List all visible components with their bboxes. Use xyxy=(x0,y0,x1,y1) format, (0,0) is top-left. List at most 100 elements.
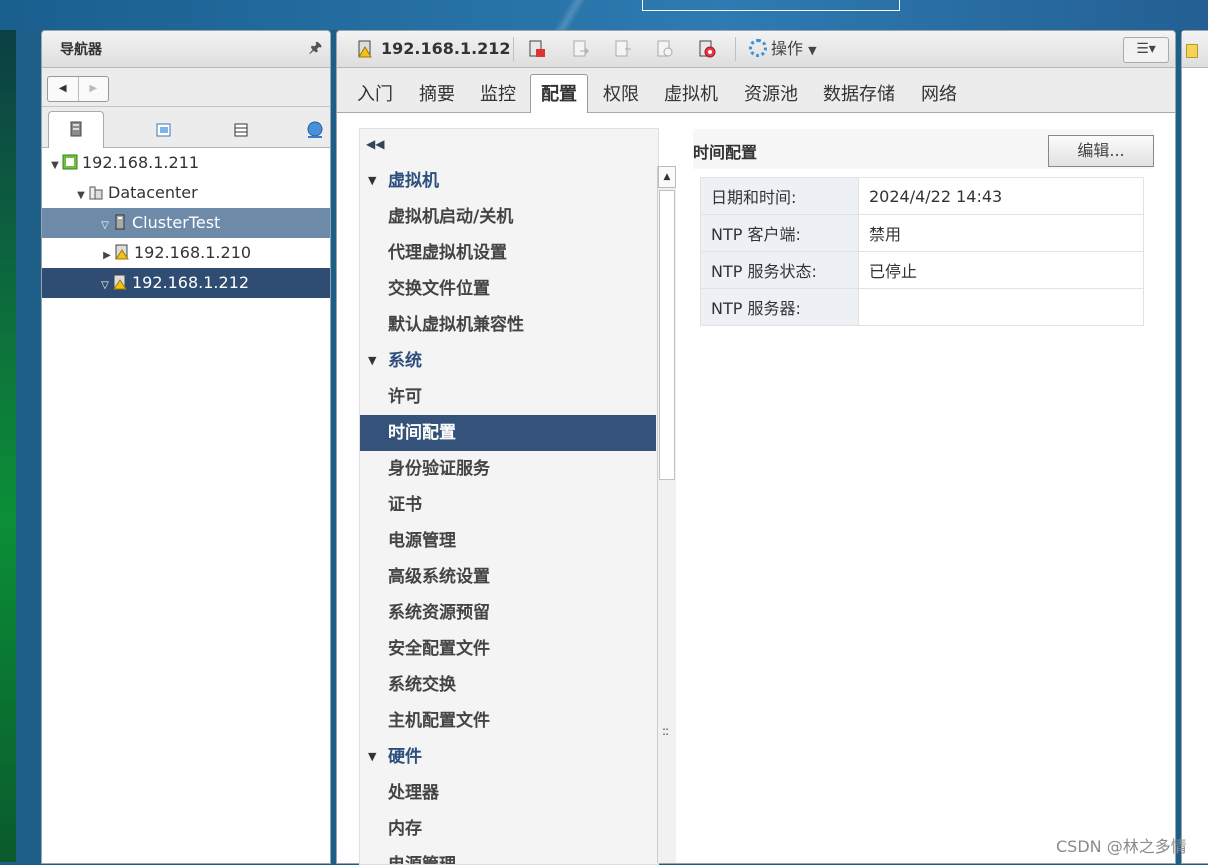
table-row: NTP 客户端: 禁用 xyxy=(700,214,1144,252)
menu-item-vm-compat[interactable]: 默认虚拟机兼容性 xyxy=(360,307,656,343)
collapse-panel-icon[interactable]: ◀◀ xyxy=(366,137,384,151)
menu-item-agent-vm[interactable]: 代理虚拟机设置 xyxy=(360,235,656,271)
tree-item-host[interactable]: ▶ 192.168.1.210 xyxy=(42,238,330,268)
config-menu-scrollbar[interactable]: ▲ :: xyxy=(657,166,676,863)
menu-item-processor[interactable]: 处理器 xyxy=(360,775,656,811)
host-warning-icon xyxy=(358,40,372,58)
resize-grip-icon[interactable]: :: xyxy=(662,724,669,738)
desktop-background xyxy=(0,0,16,862)
expand-icon: ▼ xyxy=(368,174,377,187)
inventory-tabs xyxy=(42,107,330,148)
tab-vms[interactable]: 虚拟机 xyxy=(664,80,718,106)
datacenter-icon xyxy=(89,186,103,200)
pin-icon[interactable]: 🖈 xyxy=(309,37,322,61)
reboot-host-icon[interactable] xyxy=(697,39,717,59)
menu-item-auth-services[interactable]: 身份验证服务 xyxy=(360,451,656,487)
tab-resource-pools[interactable]: 资源池 xyxy=(744,80,798,106)
expand-icon[interactable]: ▼ xyxy=(48,151,62,181)
navigator-panel: 导航器 🖈 ◀ ▶ ▼ 192.168.1.211 ▼ Datacenter ▽ Cl… xyxy=(41,30,331,864)
menu-item-advanced-settings[interactable]: 高级系统设置 xyxy=(360,559,656,595)
tab-summary[interactable]: 摘要 xyxy=(419,80,455,106)
tree-item-host-selected[interactable]: ▽ 192.168.1.212 xyxy=(42,268,330,298)
object-tabs: 入门 摘要 监控 配置 权限 虚拟机 资源池 数据存储 网络 xyxy=(337,68,1175,113)
navigator-title: 导航器 xyxy=(60,42,102,58)
expand-icon: ▼ xyxy=(368,354,377,367)
config-menu: ◀◀ ▼ 虚拟机 虚拟机启动/关机 代理虚拟机设置 交换文件位置 默认虚拟机兼容性… xyxy=(359,128,659,865)
networking-icon xyxy=(307,121,323,138)
row-key: NTP 服务状态: xyxy=(700,251,859,289)
tab-permissions[interactable]: 权限 xyxy=(603,80,639,106)
vms-templates-icon xyxy=(156,123,171,137)
menu-item-vm-startup[interactable]: 虚拟机启动/关机 xyxy=(360,199,656,235)
section-vm[interactable]: ▼ 虚拟机 xyxy=(360,163,656,199)
section-hardware[interactable]: ▼ 硬件 xyxy=(360,739,656,775)
hosts-clusters-icon xyxy=(70,121,82,137)
row-key: NTP 服务器: xyxy=(700,288,859,326)
tree-item-datacenter[interactable]: ▼ Datacenter xyxy=(42,178,330,208)
add-host-icon[interactable] xyxy=(527,39,547,59)
forward-button[interactable]: ▶ xyxy=(77,77,109,101)
navigator-header: 导航器 🖈 xyxy=(42,31,330,68)
row-key: NTP 客户端: xyxy=(700,214,859,252)
scroll-thumb[interactable] xyxy=(659,190,675,480)
enter-maintenance-icon[interactable] xyxy=(613,39,633,59)
right-panel xyxy=(1181,30,1208,864)
expand-icon: ▼ xyxy=(368,750,377,763)
host-warning-icon xyxy=(113,274,127,290)
edit-button[interactable]: 编辑... xyxy=(1048,135,1154,167)
vcenter-icon xyxy=(62,154,78,170)
tree-item-cluster[interactable]: ▽ ClusterTest xyxy=(42,208,330,238)
tree-item-vcenter[interactable]: ▼ 192.168.1.211 xyxy=(42,148,330,178)
expand-icon[interactable]: ▽ xyxy=(98,211,112,241)
detail-title: 时间配置 xyxy=(693,143,758,162)
menu-item-certificate[interactable]: 证书 xyxy=(360,487,656,523)
menu-item-power-mgmt[interactable]: 电源管理 xyxy=(360,523,656,559)
chevron-down-icon: ▼ xyxy=(808,44,817,57)
tab-getting-started[interactable]: 入门 xyxy=(357,80,393,106)
scroll-up-icon[interactable]: ▲ xyxy=(658,166,676,188)
history-nav: ◀ ▶ xyxy=(42,68,330,107)
banner-search-box[interactable] xyxy=(642,0,900,11)
menu-item-host-profile[interactable]: 主机配置文件 xyxy=(360,703,656,739)
tab-hosts-clusters[interactable] xyxy=(48,111,104,148)
actions-menu[interactable]: 操作 ▼ xyxy=(749,31,817,69)
more-menu-button[interactable]: ☰▾ xyxy=(1123,37,1169,63)
app-banner xyxy=(0,0,1208,30)
tab-configure[interactable]: 配置 xyxy=(530,74,588,113)
host-warning-icon xyxy=(115,244,129,260)
menu-item-swap-location[interactable]: 交换文件位置 xyxy=(360,271,656,307)
section-system[interactable]: ▼ 系统 xyxy=(360,343,656,379)
table-row: NTP 服务状态: 已停止 xyxy=(700,251,1144,289)
menu-item-hw-power[interactable]: 电源管理 xyxy=(360,847,656,864)
power-icon[interactable] xyxy=(655,39,675,59)
note-icon[interactable] xyxy=(1186,44,1198,58)
expand-icon[interactable]: ▼ xyxy=(74,181,88,211)
row-value: 禁用 xyxy=(858,214,1144,252)
watermark: CSDN @林之多情 xyxy=(1056,837,1187,856)
tab-networks[interactable]: 网络 xyxy=(921,80,957,106)
expand-icon[interactable]: ▶ xyxy=(100,241,114,271)
table-row: 日期和时间: 2024/4/22 14:43 xyxy=(700,177,1144,215)
menu-item-security-profile[interactable]: 安全配置文件 xyxy=(360,631,656,667)
tab-monitor[interactable]: 监控 xyxy=(480,80,516,106)
menu-item-licensing[interactable]: 许可 xyxy=(360,379,656,415)
menu-item-resource-reservation[interactable]: 系统资源预留 xyxy=(360,595,656,631)
tab-datastores[interactable]: 数据存储 xyxy=(823,80,895,106)
menu-item-system-swap[interactable]: 系统交换 xyxy=(360,667,656,703)
tab-networking[interactable] xyxy=(288,113,342,147)
cluster-icon xyxy=(115,214,125,230)
back-button[interactable]: ◀ xyxy=(48,77,78,101)
menu-item-time-config[interactable]: 时间配置 xyxy=(360,415,656,451)
table-row: NTP 服务器: xyxy=(700,288,1144,326)
row-value: 2024/4/22 14:43 xyxy=(858,177,1144,215)
row-value xyxy=(858,288,1144,326)
storage-icon xyxy=(234,123,248,137)
object-panel: 192.168.1.212 操作 ▼ ☰▾ 入门 摘要 监控 配置 权限 虚拟机… xyxy=(336,30,1176,865)
tab-storage[interactable] xyxy=(214,113,268,147)
row-value: 已停止 xyxy=(858,251,1144,289)
menu-item-memory[interactable]: 内存 xyxy=(360,811,656,847)
migrate-icon[interactable] xyxy=(571,39,591,59)
expand-icon[interactable]: ▽ xyxy=(98,271,112,301)
gear-icon xyxy=(749,39,767,57)
tab-vms-templates[interactable] xyxy=(137,113,191,147)
